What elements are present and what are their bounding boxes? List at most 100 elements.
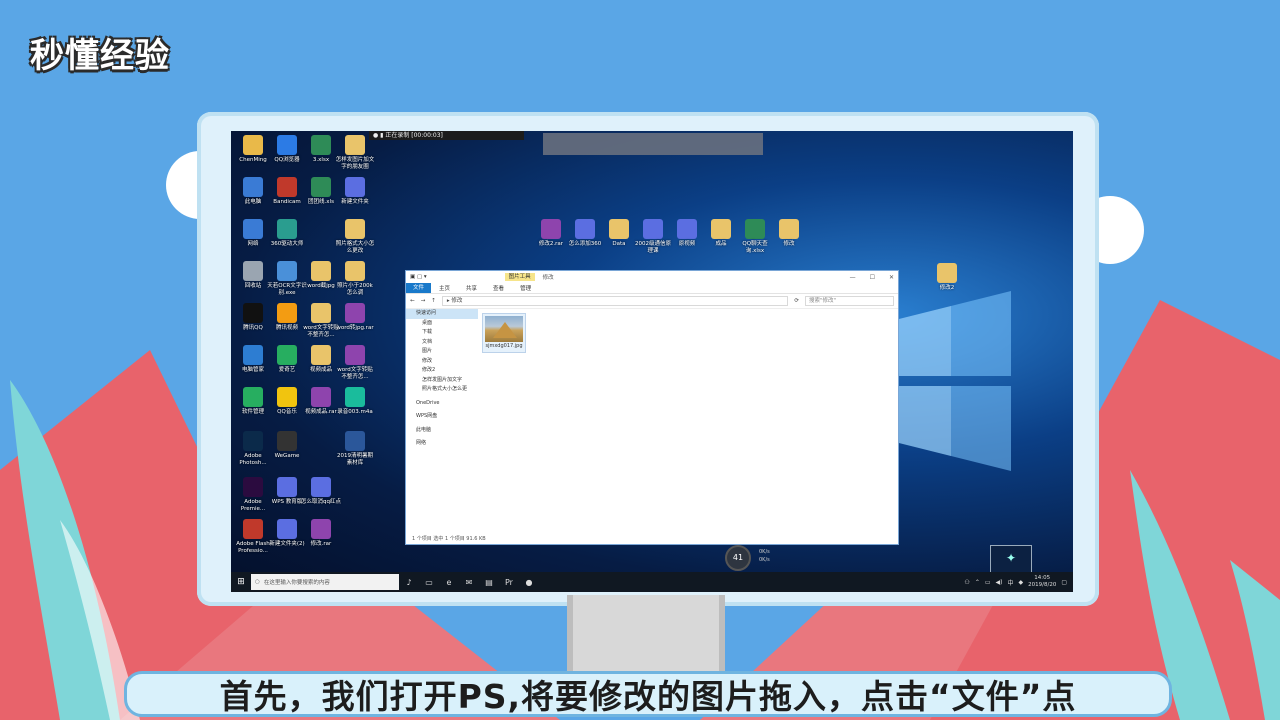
- app-icon: [311, 177, 331, 197]
- tab-file[interactable]: 文件: [406, 283, 432, 293]
- nav-item-onedrive[interactable]: OneDrive: [406, 399, 478, 409]
- tab-manage[interactable]: 管理: [512, 284, 539, 292]
- app-icon: [345, 431, 365, 451]
- nav-item-folder-1[interactable]: 修改: [406, 357, 478, 367]
- app-icon: [311, 135, 331, 155]
- site-logo: 秒懂经验: [30, 36, 170, 76]
- app-icon: [243, 387, 263, 407]
- back-icon[interactable]: ←: [410, 298, 415, 304]
- bandicam-icon[interactable]: ●: [519, 572, 539, 592]
- desktop-icon[interactable]: 2019清明暑期素材库: [335, 431, 375, 467]
- ime-indicator[interactable]: 中: [1007, 578, 1013, 587]
- desktop-icon[interactable]: 360驱动大师: [267, 219, 307, 248]
- file-explorer-icon[interactable]: ▤: [479, 572, 499, 592]
- close-icon[interactable]: ✕: [889, 274, 894, 281]
- app-tray-icon[interactable]: ◆: [1019, 579, 1024, 586]
- upload-speed: 0K/s: [759, 549, 770, 555]
- premiere-icon[interactable]: Pr: [499, 572, 519, 592]
- status-bar: 1 个项目 选中 1 个项目 91.6 KB: [412, 536, 486, 542]
- app-icon: [345, 219, 365, 239]
- nav-item-wps-drive[interactable]: WPS网盘: [406, 412, 478, 422]
- desktop-icon-label: 修改.rar: [310, 541, 332, 547]
- app-icon: [277, 519, 297, 539]
- desktop-icon[interactable]: word文字转贴不整齐怎...: [335, 345, 375, 381]
- nav-item-quick-access[interactable]: 快速访问: [406, 309, 478, 319]
- task-view-icon[interactable]: ▭: [419, 572, 439, 592]
- desktop-icon[interactable]: 照片格式大小怎么更改: [335, 219, 375, 255]
- folder-icon: ▣ ▢ ▾: [410, 274, 427, 280]
- file-item[interactable]: sjmxdg017.jpg: [482, 313, 526, 353]
- desktop-icon[interactable]: 修改: [769, 219, 809, 248]
- search-input[interactable]: 搜索"修改": [805, 296, 894, 306]
- app-icon: [609, 219, 629, 239]
- forward-icon[interactable]: →: [421, 298, 426, 304]
- mail-icon[interactable]: ✉: [459, 572, 479, 592]
- desktop-icon[interactable]: word转jpg.rar: [335, 303, 375, 332]
- desktop-icon[interactable]: 照片小于200k怎么调: [335, 261, 375, 297]
- desktop-icon[interactable]: 新建文件夹: [335, 177, 375, 206]
- start-icon[interactable]: ⊞: [231, 572, 251, 592]
- app-icon: [277, 219, 297, 239]
- clock[interactable]: 14:05 2019/8/20: [1028, 575, 1056, 589]
- nav-item-this-pc[interactable]: 此电脑: [406, 426, 478, 436]
- tab-view[interactable]: 查看: [485, 284, 512, 292]
- microphone-icon[interactable]: ♪: [399, 572, 419, 592]
- nav-item-folder-2[interactable]: 修改2: [406, 366, 478, 376]
- explorer-titlebar[interactable]: ▣ ▢ ▾ 图片工具 修改 — ☐ ✕: [406, 271, 898, 283]
- volume-icon[interactable]: ◀): [996, 579, 1003, 586]
- app-icon: [277, 477, 297, 497]
- nav-item-network[interactable]: 网络: [406, 439, 478, 449]
- app-icon: [277, 135, 297, 155]
- app-icon: [243, 431, 263, 451]
- notification-icon[interactable]: ▢: [1061, 579, 1067, 586]
- recording-status: 正在录制 [00:00:03]: [385, 132, 443, 139]
- app-icon: [243, 135, 263, 155]
- app-icon: [745, 219, 765, 239]
- taskbar-search-input[interactable]: ○ 在这里输入你要搜索的内容: [251, 574, 399, 590]
- desktop-icon[interactable]: 录音003.m4a: [335, 387, 375, 416]
- edge-icon[interactable]: e: [439, 572, 459, 592]
- file-name: sjmxdg017.jpg: [485, 343, 523, 349]
- network-icon[interactable]: ▭: [985, 579, 991, 586]
- app-icon: [711, 219, 731, 239]
- nav-item-pictures[interactable]: 图片: [406, 347, 478, 357]
- tab-share[interactable]: 共享: [458, 284, 485, 292]
- desktop-icon-label: 怎样发图片加文字的朋友圈: [335, 157, 375, 170]
- refresh-icon[interactable]: ⟳: [794, 298, 799, 304]
- desktop-icon[interactable]: 修改2: [927, 263, 967, 292]
- people-icon[interactable]: ⚇: [964, 579, 969, 586]
- nav-item-documents[interactable]: 文档: [406, 338, 478, 348]
- app-icon: [345, 303, 365, 323]
- recording-toolbar[interactable]: ● ▮ 正在录制 [00:00:03]: [369, 131, 524, 140]
- up-icon[interactable]: ↑: [431, 298, 436, 304]
- nav-item-desktop[interactable]: 桌面: [406, 319, 478, 329]
- tab-home[interactable]: 主页: [431, 284, 458, 292]
- file-explorer-window[interactable]: ▣ ▢ ▾ 图片工具 修改 — ☐ ✕ 文件 主页 共享 查看 管理 ← → ↑…: [405, 270, 899, 545]
- show-hidden-icon[interactable]: ⌃: [975, 579, 980, 586]
- file-list: sjmxdg017.jpg: [482, 313, 526, 353]
- windows-wallpaper-logo: [891, 291, 1011, 471]
- desktop-icon[interactable]: 怎么取消qq红点: [301, 477, 341, 506]
- nav-item-folder-4[interactable]: 照片格式大小怎么更: [406, 385, 478, 395]
- app-icon: [277, 177, 297, 197]
- clock-date: 2019/8/20: [1028, 582, 1057, 588]
- speed-info: 0K/s 0K/s: [759, 548, 770, 564]
- minimize-icon[interactable]: —: [850, 274, 856, 281]
- desktop-icon[interactable]: 修改.rar: [301, 519, 341, 548]
- desktop-icon-label: 修改: [783, 241, 795, 247]
- window-title: 修改: [542, 275, 554, 281]
- navigation-pane: 快速访问 桌面 下载 文档 图片 修改 修改2 怎样发图片加文字 照片格式大小怎…: [406, 309, 478, 531]
- maximize-icon[interactable]: ☐: [870, 274, 875, 281]
- desktop-icon[interactable]: WeGame: [267, 431, 307, 460]
- desktop-icon-label: 修改2: [939, 285, 955, 291]
- desktop-icon-label: 2019清明暑期素材库: [337, 453, 373, 466]
- nav-item-folder-3[interactable]: 怎样发图片加文字: [406, 376, 478, 386]
- desktop-icon[interactable]: 怎样发图片加文字的朋友圈: [335, 135, 375, 171]
- desktop-icon-label: 照片格式大小怎么更改: [335, 241, 375, 254]
- app-icon: [311, 345, 331, 365]
- nav-item-downloads[interactable]: 下载: [406, 328, 478, 338]
- app-icon: [277, 303, 297, 323]
- clock-time: 14:05: [1034, 575, 1051, 581]
- speed-meter[interactable]: 41: [725, 545, 751, 571]
- address-bar[interactable]: ▸ 修改: [441, 296, 789, 306]
